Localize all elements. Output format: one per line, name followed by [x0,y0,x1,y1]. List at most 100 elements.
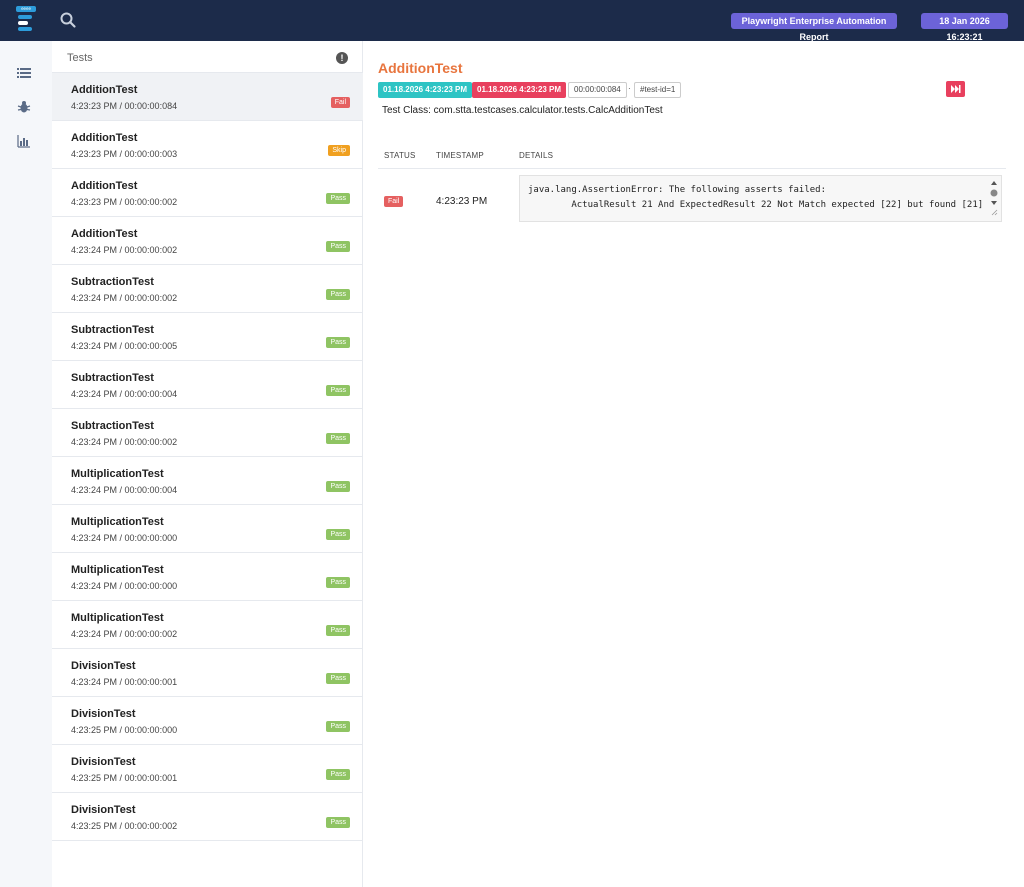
top-bar: eeee Playwright Enterprise Automation Re… [0,0,1024,42]
test-name: AdditionTest [71,228,138,240]
test-time-duration: 4:23:24 PM / 00:00:00:002 [71,245,178,255]
start-time-chip: 01.18.2026 4:23:23 PM [378,82,473,98]
status-badge: Pass [326,769,350,780]
log-timestamp: 4:23:23 PM [436,196,488,207]
test-list-item[interactable]: SubtractionTest 4:23:24 PM / 00:00:00:004… [52,361,363,409]
test-list-item[interactable]: DivisionTest 4:23:25 PM / 00:00:00:002 Pas… [52,793,363,841]
test-list-item[interactable]: AdditionTest 4:23:23 PM / 00:00:00:002 Pas… [52,169,363,217]
test-name: AdditionTest [71,132,138,144]
test-list-item[interactable]: DivisionTest 4:23:25 PM / 00:00:00:000 Pas… [52,697,363,745]
test-time-duration: 4:23:24 PM / 00:00:00:000 [71,581,178,591]
test-name: DivisionTest [71,756,136,768]
bug-icon[interactable] [17,100,31,114]
test-time-duration: 4:23:24 PM / 00:00:00:002 [71,437,178,447]
status-column-header: STATUS [384,151,416,160]
status-badge: Pass [326,529,350,540]
duration-chip: 00:00:00:084 [568,82,627,98]
test-time-duration: 4:23:24 PM / 00:00:00:001 [71,677,178,687]
status-badge: Pass [326,337,350,348]
test-name: DivisionTest [71,708,136,720]
test-list-item[interactable]: AdditionTest 4:23:23 PM / 00:00:00:084 Fai… [52,73,363,121]
tests-panel-header: Tests ! [52,41,363,73]
test-detail-panel: AdditionTest 01.18.2026 4:23:23 PM 01.18… [363,41,1024,887]
table-divider [378,168,1006,169]
test-time-duration: 4:23:24 PM / 00:00:00:000 [71,533,178,543]
test-time-duration: 4:23:23 PM / 00:00:00:084 [71,101,178,111]
timestamp-column-header: TIMESTAMP [436,151,484,160]
test-time-duration: 4:23:23 PM / 00:00:00:003 [71,149,178,159]
test-time-duration: 4:23:25 PM / 00:00:00:000 [71,725,178,735]
status-badge: Pass [326,817,350,828]
test-time-duration: 4:23:25 PM / 00:00:00:002 [71,821,178,831]
detail-test-title: AdditionTest [378,60,463,76]
bar-chart-icon[interactable] [17,134,31,148]
test-list-item[interactable]: DivisionTest 4:23:25 PM / 00:00:00:001 Pas… [52,745,363,793]
test-list-item[interactable]: SubtractionTest 4:23:24 PM / 00:00:00:002… [52,409,363,457]
status-badge: Pass [326,289,350,300]
log-line: ActualResult 21 And ExpectedResult 22 No… [528,200,984,210]
test-list-item[interactable]: AdditionTest 4:23:23 PM / 00:00:00:003 Ski… [52,121,363,169]
status-badge: Pass [326,625,350,636]
status-badge: Pass [326,481,350,492]
sidebar-rail [0,41,52,887]
fast-forward-icon[interactable] [946,81,965,97]
test-time-duration: 4:23:23 PM / 00:00:00:002 [71,197,178,207]
test-list-item[interactable]: MultiplicationTest 4:23:24 PM / 00:00:00:… [52,601,363,649]
test-name: DivisionTest [71,804,136,816]
search-icon[interactable] [59,11,77,29]
tests-panel-title: Tests [67,52,93,64]
test-name: AdditionTest [71,180,138,192]
list-icon[interactable] [17,67,31,81]
logo-badge: eeee [16,6,36,12]
details-column-header: DETAILS [519,151,554,160]
test-name: MultiplicationTest [71,612,164,624]
end-time-chip: 01.18.2026 4:23:23 PM [472,82,567,98]
test-id-chip: #test-id=1 [634,82,682,98]
test-name: SubtractionTest [71,372,154,384]
test-name: SubtractionTest [71,324,154,336]
scrollbar[interactable] [990,180,998,216]
report-title-badge: Playwright Enterprise Automation Report [731,13,897,42]
test-list-item[interactable]: SubtractionTest 4:23:24 PM / 00:00:00:002… [52,265,363,313]
test-class-label: Test Class: com.stta.testcases.calculato… [382,105,663,116]
logo-bar [18,21,28,25]
test-name: MultiplicationTest [71,516,164,528]
log-status-badge: Fail [384,196,404,207]
chip-separator: · [628,84,631,93]
status-badge: Pass [326,241,350,252]
log-line: java.lang.AssertionError: The following … [528,185,827,195]
test-time-duration: 4:23:24 PM / 00:00:00:002 [71,629,178,639]
status-badge: Fail [330,97,350,108]
test-list-item[interactable]: SubtractionTest 4:23:24 PM / 00:00:00:005… [52,313,363,361]
status-badge: Pass [326,721,350,732]
test-list-item[interactable]: MultiplicationTest 4:23:24 PM / 00:00:00:… [52,457,363,505]
test-list-item[interactable]: MultiplicationTest 4:23:24 PM / 00:00:00:… [52,505,363,553]
test-name: MultiplicationTest [71,564,164,576]
log-details-textarea[interactable]: java.lang.AssertionError: The following … [519,175,1002,222]
test-name: MultiplicationTest [71,468,164,480]
test-name: AdditionTest [71,84,138,96]
test-time-duration: 4:23:24 PM / 00:00:00:005 [71,341,178,351]
exclamation-icon[interactable]: ! [336,52,348,64]
test-time-duration: 4:23:25 PM / 00:00:00:001 [71,773,178,783]
status-badge: Skip [328,145,350,156]
tests-panel: Tests ! AdditionTest 4:23:23 PM / 00:00:0… [52,41,363,887]
test-name: SubtractionTest [71,420,154,432]
status-badge: Pass [326,385,350,396]
test-list-item[interactable]: AdditionTest 4:23:24 PM / 00:00:00:002 Pas… [52,217,363,265]
logo-bar [18,27,32,31]
status-badge: Pass [326,577,350,588]
status-badge: Pass [326,433,350,444]
test-list-item[interactable]: MultiplicationTest 4:23:24 PM / 00:00:00:… [52,553,363,601]
status-badge: Pass [326,673,350,684]
test-time-duration: 4:23:24 PM / 00:00:00:004 [71,485,178,495]
report-date-badge: 18 Jan 2026 16:23:21 [921,13,1008,42]
logo-bar [18,15,32,19]
test-time-duration: 4:23:24 PM / 00:00:00:002 [71,293,178,303]
app-logo[interactable]: eeee [14,6,38,34]
status-badge: Pass [326,193,350,204]
test-name: DivisionTest [71,660,136,672]
test-name: SubtractionTest [71,276,154,288]
test-time-duration: 4:23:24 PM / 00:00:00:004 [71,389,178,399]
test-list-item[interactable]: DivisionTest 4:23:24 PM / 00:00:00:001 Pas… [52,649,363,697]
